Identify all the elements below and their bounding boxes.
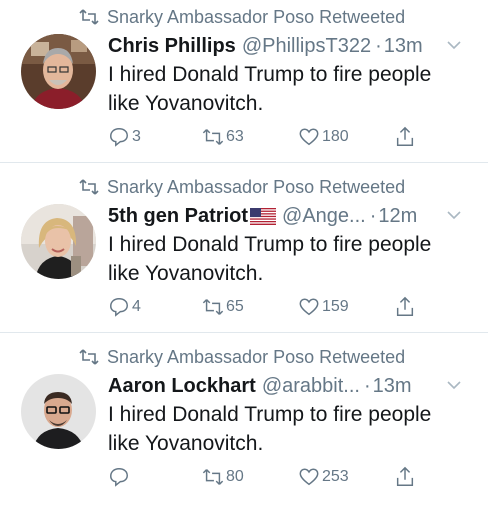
share-icon: [396, 296, 414, 316]
chevron-down-icon[interactable]: [446, 37, 462, 53]
chevron-down-icon[interactable]: [446, 207, 462, 223]
reply-icon: [110, 298, 128, 317]
us-flag-icon: [250, 207, 277, 225]
separator-dot: ·: [363, 374, 371, 397]
heart-icon: [299, 128, 319, 146]
tweet-actions: 4 65 159: [108, 294, 428, 320]
share-button[interactable]: [394, 294, 418, 320]
divider: [0, 162, 488, 163]
retweet-small-icon: [79, 349, 99, 365]
tweet-actions: 3 63 180: [108, 124, 428, 150]
user-name[interactable]: 5th gen Patriot: [108, 205, 248, 228]
tweet-text: I hired Donald Trump to fire people like…: [108, 403, 432, 455]
like-button[interactable]: 253: [298, 464, 349, 490]
tweet-header: Chris Phillips @PhillipsT322 · 13m: [108, 33, 480, 59]
share-button[interactable]: [394, 464, 418, 490]
user-name[interactable]: Aaron Lockhart: [108, 375, 256, 398]
separator-dot: ·: [375, 34, 382, 57]
avatar[interactable]: [21, 34, 96, 109]
retweet-icon: [202, 469, 224, 485]
reply-icon: [110, 468, 128, 487]
tweet-header: Aaron Lockhart @arabbit... · 13m: [108, 373, 480, 399]
retweet-count: 80: [226, 468, 244, 485]
retweet-button[interactable]: 80: [202, 464, 244, 490]
share-icon: [396, 466, 414, 486]
like-button[interactable]: 159: [298, 294, 349, 320]
user-handle[interactable]: @PhillipsT322: [242, 35, 371, 58]
retweet-small-icon: [79, 179, 99, 195]
tweet[interactable]: Snarky Ambassador Poso Retweeted Aaron L…: [0, 340, 488, 510]
user-handle[interactable]: @arabbit...: [262, 375, 360, 398]
reply-count: 4: [132, 298, 141, 315]
reply-button[interactable]: 3: [108, 124, 141, 150]
retweeted-by-label: Snarky Ambassador Poso Retweeted: [107, 176, 406, 197]
avatar[interactable]: [21, 374, 96, 449]
like-button[interactable]: 180: [298, 124, 349, 150]
avatar[interactable]: [21, 204, 96, 279]
retweet-small-icon: [79, 9, 99, 25]
tweet-actions: 80 253: [108, 464, 428, 490]
reply-icon: [110, 128, 128, 147]
tweet-header: 5th gen Patriot @Ange... · 12m: [108, 203, 480, 229]
retweet-count: 63: [226, 128, 244, 145]
like-count: 253: [322, 468, 349, 485]
heart-icon: [299, 298, 319, 316]
retweeted-by-label: Snarky Ambassador Poso Retweeted: [107, 6, 406, 27]
retweet-context: Snarky Ambassador Poso Retweeted: [79, 6, 405, 28]
like-count: 180: [322, 128, 349, 145]
share-button[interactable]: [394, 124, 418, 150]
reply-count: 3: [132, 128, 141, 145]
user-handle[interactable]: @Ange...: [282, 205, 366, 228]
heart-icon: [299, 468, 319, 486]
retweet-button[interactable]: 65: [202, 294, 244, 320]
like-count: 159: [322, 298, 349, 315]
retweet-context: Snarky Ambassador Poso Retweeted: [79, 346, 405, 368]
retweet-count: 65: [226, 298, 244, 315]
tweet-text: I hired Donald Trump to fire people like…: [108, 233, 432, 285]
retweeted-by-label: Snarky Ambassador Poso Retweeted: [107, 346, 406, 367]
chevron-down-icon[interactable]: [446, 377, 462, 393]
share-icon: [396, 126, 414, 146]
user-name[interactable]: Chris Phillips: [108, 35, 236, 58]
retweet-button[interactable]: 63: [202, 124, 244, 150]
divider: [0, 332, 488, 333]
timestamp: 13m: [383, 34, 423, 57]
separator-dot: ·: [369, 204, 377, 227]
retweet-icon: [202, 299, 224, 315]
retweet-icon: [202, 129, 224, 145]
tweet[interactable]: Snarky Ambassador Poso Retweeted Chris P…: [0, 0, 488, 170]
retweet-context: Snarky Ambassador Poso Retweeted: [79, 176, 405, 198]
tweet[interactable]: Snarky Ambassador Poso Retweeted 5th gen…: [0, 170, 488, 340]
reply-button[interactable]: 4: [108, 294, 141, 320]
tweet-text: I hired Donald Trump to fire people like…: [108, 63, 432, 115]
timestamp: 12m: [378, 204, 418, 227]
reply-button[interactable]: [108, 464, 132, 490]
timestamp: 13m: [372, 374, 412, 397]
